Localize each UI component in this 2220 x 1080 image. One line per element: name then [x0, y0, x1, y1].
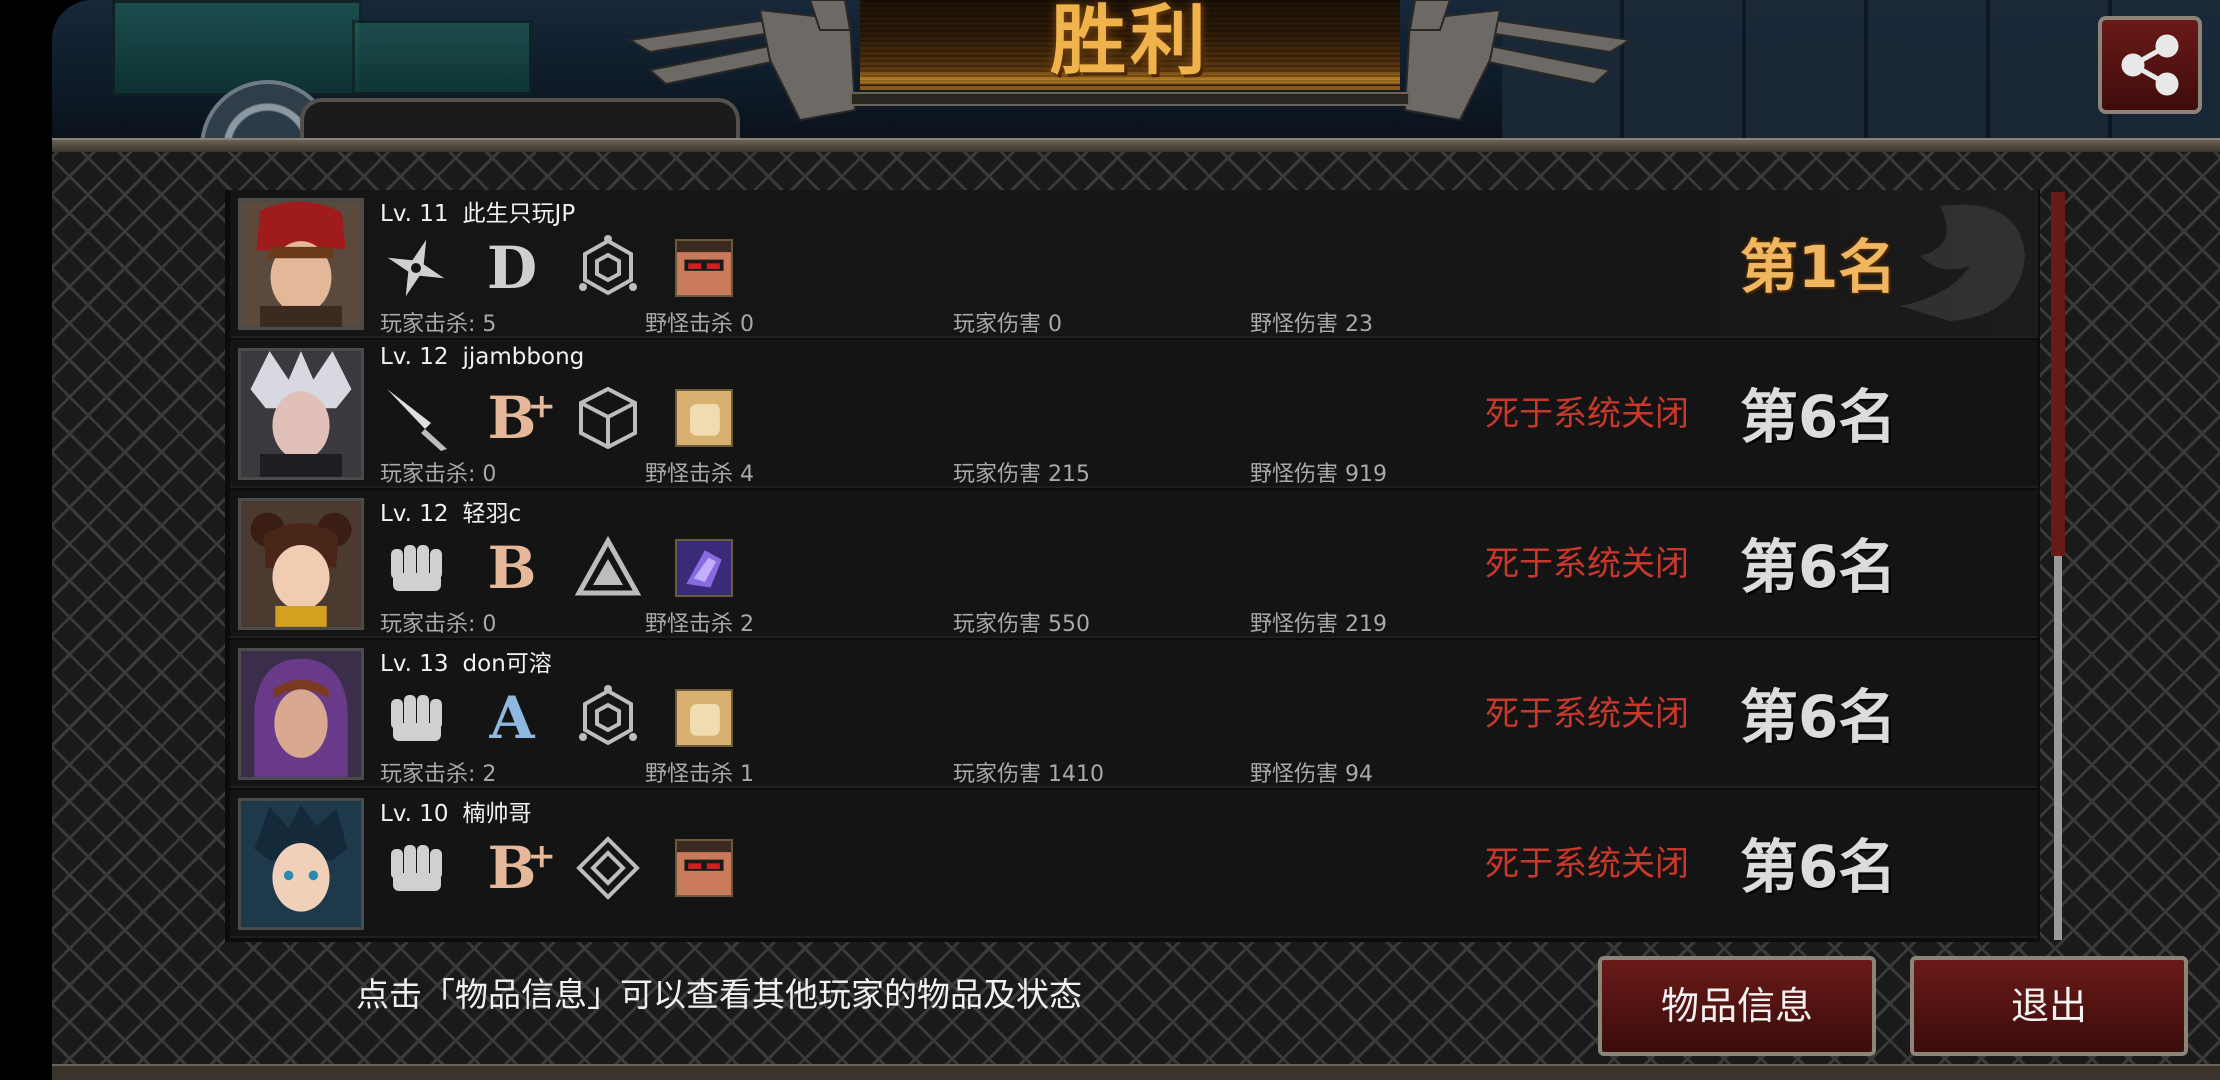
avatar [238, 498, 364, 630]
grade-badge: B + [476, 382, 556, 454]
player-level-name: Lv. 10 楠帅哥 [380, 801, 532, 827]
results-scrollbar[interactable] [2051, 192, 2065, 940]
fist-icon [380, 682, 452, 754]
player-kills: 玩家击杀: 0 [380, 612, 497, 637]
death-cause: 死于系统关闭 [1485, 844, 1689, 884]
fist-icon [380, 832, 452, 904]
monster-damage: 野怪伤害 94 [1250, 762, 1373, 787]
shuriken-icon [380, 232, 452, 304]
monster-kills: 野怪击杀 1 [645, 762, 754, 787]
exit-button[interactable]: 退出 [1910, 956, 2188, 1056]
player-level-name: Lv. 12 jjambbong [380, 344, 585, 370]
avatar [238, 648, 364, 780]
crossed-guns-wing-icon [1403, 0, 1633, 122]
monster-kills: 野怪击杀 2 [645, 612, 754, 637]
monster-kills: 野怪击杀 0 [645, 312, 754, 337]
player-row[interactable]: Lv. 10 楠帅哥 B + 死于系统关闭 第6名 [230, 790, 2038, 938]
player-name: 楠帅哥 [462, 801, 532, 827]
player-level-name: Lv. 11 此生只玩JP [380, 201, 576, 227]
item-thumb [668, 832, 740, 904]
item-thumb [668, 382, 740, 454]
hexagon-emblem-icon [572, 232, 644, 304]
rank-label: 第6名 [1740, 383, 1897, 451]
player-damage: 玩家伤害 0 [953, 312, 1062, 337]
monster-kills: 野怪击杀 4 [645, 462, 754, 487]
player-name: jjambbong [462, 344, 585, 370]
header-divider [52, 138, 2220, 152]
fist-icon [380, 532, 452, 604]
scrollbar-thumb[interactable] [2051, 192, 2065, 556]
grade-badge: B + [476, 832, 556, 904]
monster-damage: 野怪伤害 919 [1250, 462, 1387, 487]
avatar [238, 348, 364, 480]
player-kills: 玩家击杀: 0 [380, 462, 497, 487]
player-loadout: B + [380, 382, 764, 454]
monster-damage: 野怪伤害 219 [1250, 612, 1387, 637]
rank-label: 第6名 [1740, 533, 1897, 601]
background-monitor [352, 20, 532, 95]
bottom-divider [52, 1064, 2220, 1080]
rank-label: 第1名 [1740, 233, 1897, 301]
player-name: 轻羽c [462, 501, 522, 527]
player-name: 此生只玩JP [462, 201, 576, 227]
player-level-name: Lv. 12 轻羽c [380, 501, 522, 527]
cube-emblem-icon [572, 382, 644, 454]
item-thumb [668, 232, 740, 304]
player-damage: 玩家伤害 550 [953, 612, 1090, 637]
grade-letter: B [487, 534, 537, 602]
player-row[interactable]: Lv. 13 don可溶 A 玩家击杀: 2 野怪击杀 1 玩家伤害 1410 野… [230, 640, 2038, 788]
grade-plus: + [527, 386, 556, 426]
player-kills: 玩家击杀: 5 [380, 312, 497, 337]
grade-badge: A [476, 682, 548, 754]
crossed-guns-wing-icon [627, 0, 857, 122]
items-info-button[interactable]: 物品信息 [1598, 956, 1876, 1056]
triangle-emblem-icon [572, 532, 644, 604]
player-row[interactable]: Lv. 12 轻羽c B 玩家击杀: 0 野怪击杀 2 玩家伤害 550 野怪伤害… [230, 490, 2038, 638]
share-button[interactable] [2098, 16, 2202, 114]
monster-damage: 野怪伤害 23 [1250, 312, 1373, 337]
avatar [238, 198, 364, 330]
rank-label: 第6名 [1740, 833, 1897, 901]
background-monitor [112, 0, 362, 96]
grade-badge: B [476, 532, 548, 604]
player-loadout: D [380, 232, 764, 304]
hexagon-emblem-icon [572, 682, 644, 754]
title-underbar [850, 92, 1410, 106]
grade-badge: D [476, 232, 548, 304]
player-row[interactable]: Lv. 11 此生只玩JP D 玩家击杀: 5 野怪击杀 0 玩家伤害 0 野怪伤… [230, 190, 2038, 338]
item-thumb [668, 532, 740, 604]
player-damage: 玩家伤害 215 [953, 462, 1090, 487]
page-title: 胜利 [1050, 0, 1210, 85]
avatar [238, 798, 364, 930]
player-level-name: Lv. 13 don可溶 [380, 651, 552, 677]
title-banner: 胜利 [860, 0, 1400, 90]
death-cause: 死于系统关闭 [1485, 394, 1689, 434]
player-loadout: B + [380, 832, 764, 904]
player-damage: 玩家伤害 1410 [953, 762, 1104, 787]
player-name: don可溶 [462, 651, 552, 677]
grade-letter: D [486, 234, 538, 302]
item-thumb [668, 682, 740, 754]
death-cause: 死于系统关闭 [1485, 694, 1689, 734]
grade-letter: A [489, 684, 535, 752]
death-cause: 死于系统关闭 [1485, 544, 1689, 584]
results-list[interactable]: Lv. 11 此生只玩JP D 玩家击杀: 5 野怪击杀 0 玩家伤害 0 野怪伤… [225, 190, 2040, 942]
first-place-trophy-icon [1900, 204, 2025, 321]
player-loadout: B [380, 532, 764, 604]
diamond-emblem-icon [572, 832, 644, 904]
grade-plus: + [527, 836, 556, 876]
player-kills: 玩家击杀: 2 [380, 762, 497, 787]
knife-icon [380, 382, 452, 454]
rank-label: 第6名 [1740, 683, 1897, 751]
player-row[interactable]: Lv. 12 jjambbong B + 玩家击杀: 0 野怪击杀 4 玩家伤害 2… [230, 340, 2038, 488]
player-loadout: A [380, 682, 764, 754]
share-icon [2121, 34, 2179, 96]
hint-text: 点击「物品信息」可以查看其他玩家的物品及状态 [356, 975, 1082, 1014]
